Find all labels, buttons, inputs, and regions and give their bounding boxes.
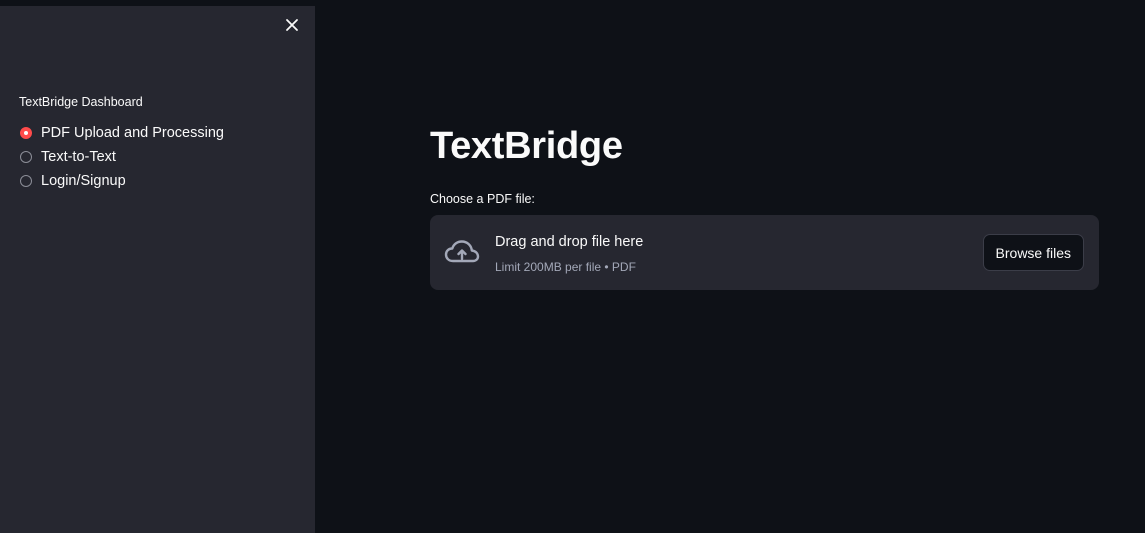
dropzone-instructions: Drag and drop file here (495, 234, 644, 250)
sidebar: TextBridge Dashboard PDF Upload and Proc… (0, 6, 315, 533)
file-dropzone[interactable]: Drag and drop file here Limit 200MB per … (430, 215, 1099, 290)
page-title: TextBridge (430, 125, 623, 167)
radio-button[interactable] (20, 151, 32, 163)
radio-group-label: TextBridge Dashboard (19, 95, 143, 109)
browse-files-button[interactable]: Browse files (982, 234, 1084, 271)
cloud-upload-icon (444, 240, 480, 263)
radio-option-pdf-upload[interactable]: PDF Upload and Processing (20, 121, 224, 145)
radio-option-text-to-text[interactable]: Text-to-Text (20, 145, 224, 169)
file-uploader-label: Choose a PDF file: (430, 192, 535, 206)
radio-option-login-signup[interactable]: Login/Signup (20, 169, 224, 193)
radio-option-label: PDF Upload and Processing (41, 125, 224, 141)
radio-group: PDF Upload and Processing Text-to-Text L… (20, 121, 224, 193)
sidebar-close-button[interactable] (281, 14, 303, 36)
radio-option-label: Text-to-Text (41, 149, 116, 165)
radio-button-selected[interactable] (20, 127, 32, 139)
radio-option-label: Login/Signup (41, 173, 126, 189)
close-icon (286, 19, 298, 31)
app-root: TextBridge Dashboard PDF Upload and Proc… (0, 0, 1145, 533)
dropzone-limit-text: Limit 200MB per file • PDF (495, 260, 636, 274)
radio-button[interactable] (20, 175, 32, 187)
